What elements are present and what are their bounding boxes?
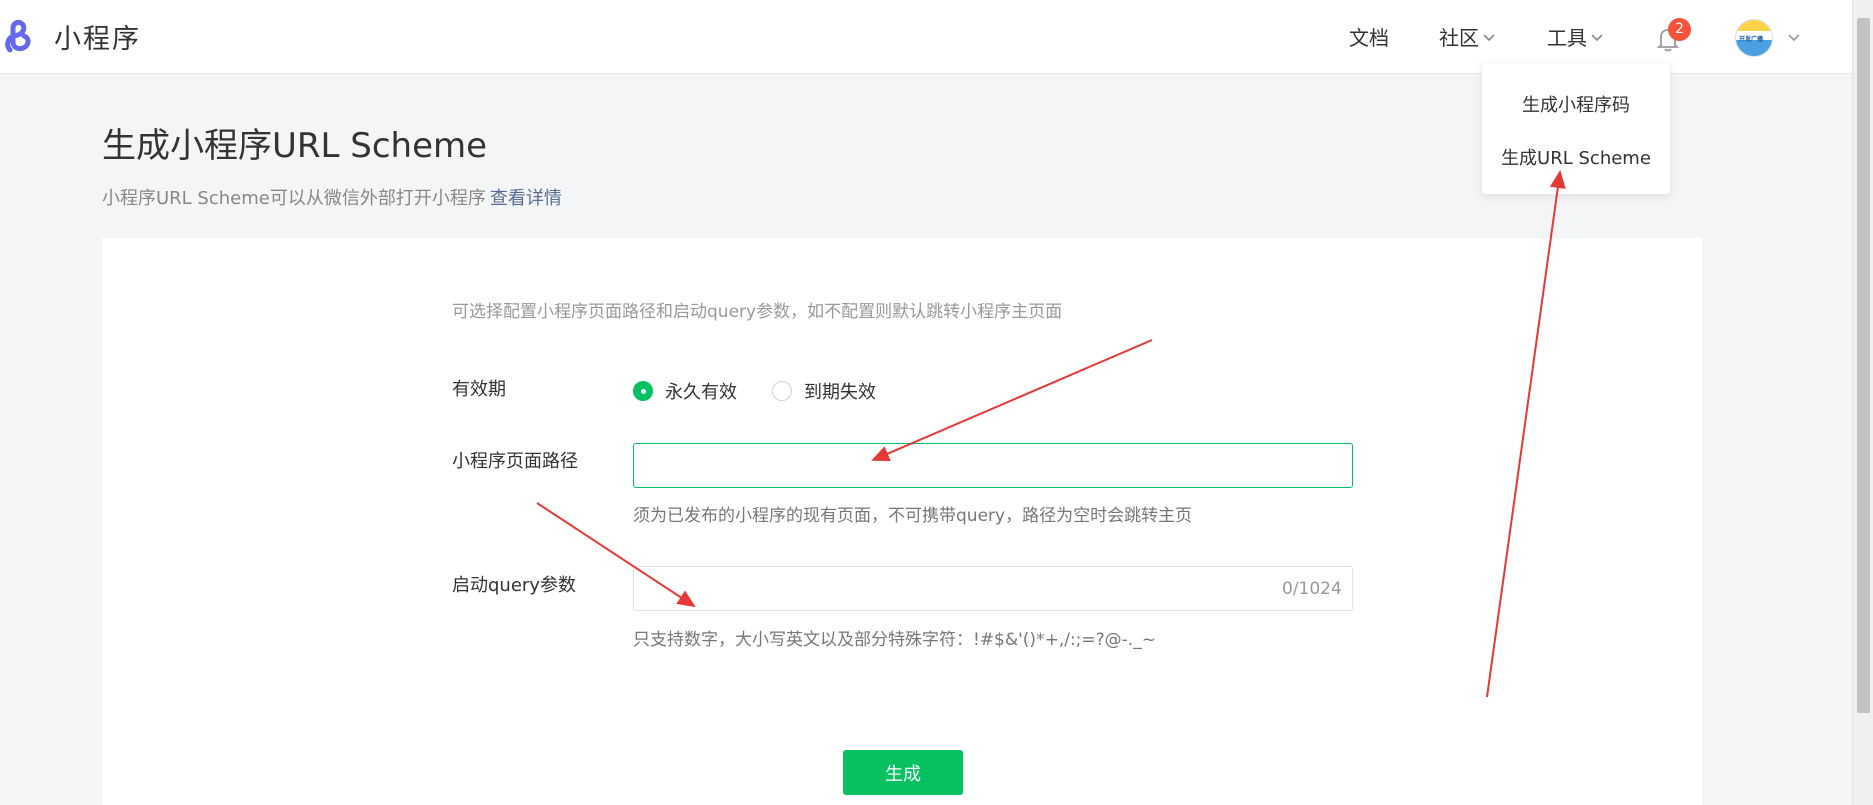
chevron-down-icon	[1483, 33, 1495, 41]
query-label: 启动query参数	[452, 575, 576, 596]
page-subtitle-text: 小程序URL Scheme可以从微信外部打开小程序	[102, 188, 486, 209]
nav-tools[interactable]: 工具	[1547, 22, 1605, 51]
nav-docs-label: 文档	[1349, 26, 1389, 50]
radio-checked-icon	[633, 381, 653, 401]
nav-docs[interactable]: 文档	[1349, 22, 1389, 51]
notification-badge: 2	[1668, 18, 1691, 41]
nav-community-label: 社区	[1439, 26, 1479, 50]
miniprogram-logo-icon	[5, 19, 31, 53]
query-params-input[interactable]	[633, 566, 1353, 611]
generate-button[interactable]: 生成	[843, 750, 963, 795]
form-hint: 可选择配置小程序页面路径和启动query参数，如不配置则默认跳转小程序主页面	[452, 302, 1063, 322]
details-link[interactable]: 查看详情	[490, 188, 562, 209]
radio-expire[interactable]: 到期失效	[772, 378, 876, 404]
form-card: 可选择配置小程序页面路径和启动query参数，如不配置则默认跳转小程序主页面 有…	[102, 238, 1702, 805]
radio-expire-label: 到期失效	[804, 382, 876, 403]
page-path-input[interactable]	[633, 443, 1353, 488]
query-char-counter: 0/1024	[1282, 579, 1342, 599]
vertical-scrollbar[interactable]	[1852, 0, 1873, 805]
query-description: 只支持数字，大小写英文以及部分特殊字符：!#$&'()*+,/:;=?@-._~	[633, 630, 1156, 650]
nav-tools-label: 工具	[1547, 26, 1587, 50]
chevron-down-icon[interactable]	[1785, 28, 1803, 46]
menu-item-generate-qrcode[interactable]: 生成小程序码	[1482, 91, 1670, 117]
path-label: 小程序页面路径	[452, 451, 578, 472]
app-name: 小程序	[54, 23, 141, 55]
radio-permanent-label: 永久有效	[665, 382, 737, 403]
nav-community[interactable]: 社区	[1439, 22, 1497, 51]
radio-permanent[interactable]: 永久有效	[633, 378, 737, 404]
path-description: 须为已发布的小程序的现有页面，不可携带query，路径为空时会跳转主页	[633, 506, 1193, 526]
avatar-text: 开发广播	[1739, 36, 1764, 43]
menu-item-generate-url-scheme[interactable]: 生成URL Scheme	[1482, 144, 1670, 170]
page-subtitle: 小程序URL Scheme可以从微信外部打开小程序 查看详情	[102, 184, 562, 210]
app-logo[interactable]: 小程序	[4, 16, 141, 56]
radio-unchecked-icon	[772, 381, 792, 401]
scrollbar-thumb[interactable]	[1857, 18, 1870, 713]
tools-dropdown-menu: 生成小程序码 生成URL Scheme	[1482, 63, 1670, 194]
page-title: 生成小程序URL Scheme	[102, 126, 488, 166]
user-avatar[interactable]: 开发广播	[1735, 19, 1773, 57]
chevron-down-icon	[1591, 33, 1603, 41]
validity-label: 有效期	[452, 379, 506, 400]
